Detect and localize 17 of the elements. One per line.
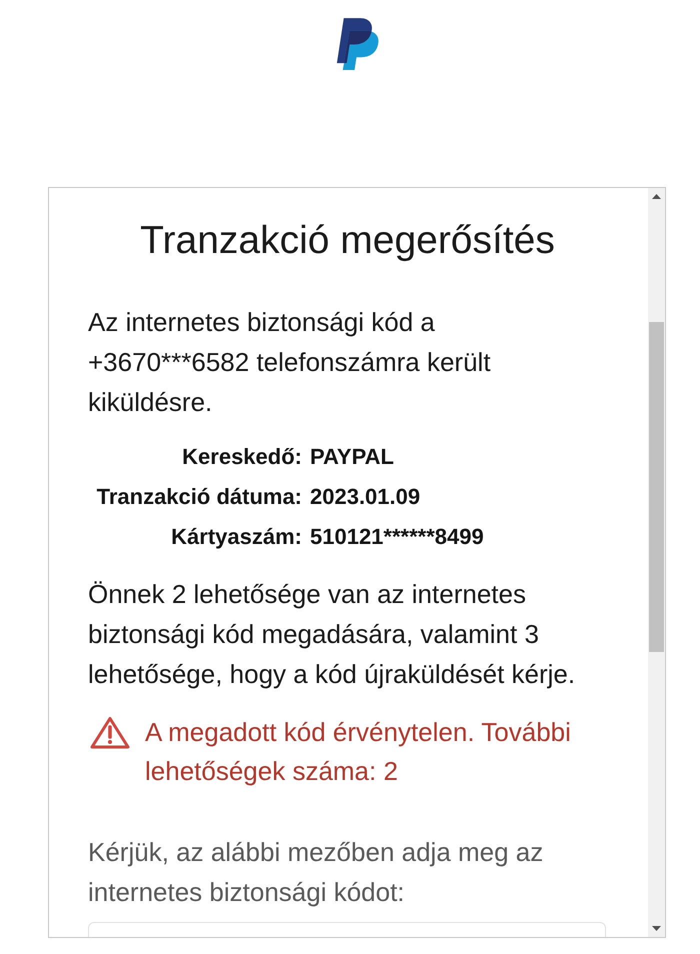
detail-label: Kártyaszám: [171,523,302,551]
warning-icon [90,716,130,749]
attempts-text: Önnek 2 lehetősége van az internetes biztonsági kód megadására, valamint 3 lehetősége, hogy a kód újraküldését kérje. [88,578,576,691]
error-message: A megadott kód érvénytelen. További lehetőségek száma: 2 [145,716,572,788]
detail-value: 2023.01.09 [310,483,420,511]
detail-label: Tranzakció dátuma: [96,483,302,511]
instruction-text: Kérjük, az alábbi mezőben adja meg az internetes biztonsági kódot: [88,836,544,909]
scroll-up-arrow-icon[interactable] [652,194,661,199]
scroll-down-arrow-icon[interactable] [652,926,661,931]
code-input-field[interactable] [88,922,606,937]
detail-label: Kereskedő: [182,443,302,471]
scrollbar-thumb[interactable] [649,322,664,652]
dialog-title: Tranzakció megerősítés [139,218,556,264]
detail-value: 510121******8499 [310,523,484,551]
intro-text: Az internetes biztonsági kód a +3670***6582 telefonszámra került kiküldésre. [88,306,492,419]
scrollbar-track[interactable] [648,188,665,937]
detail-value: PAYPAL [310,443,394,471]
